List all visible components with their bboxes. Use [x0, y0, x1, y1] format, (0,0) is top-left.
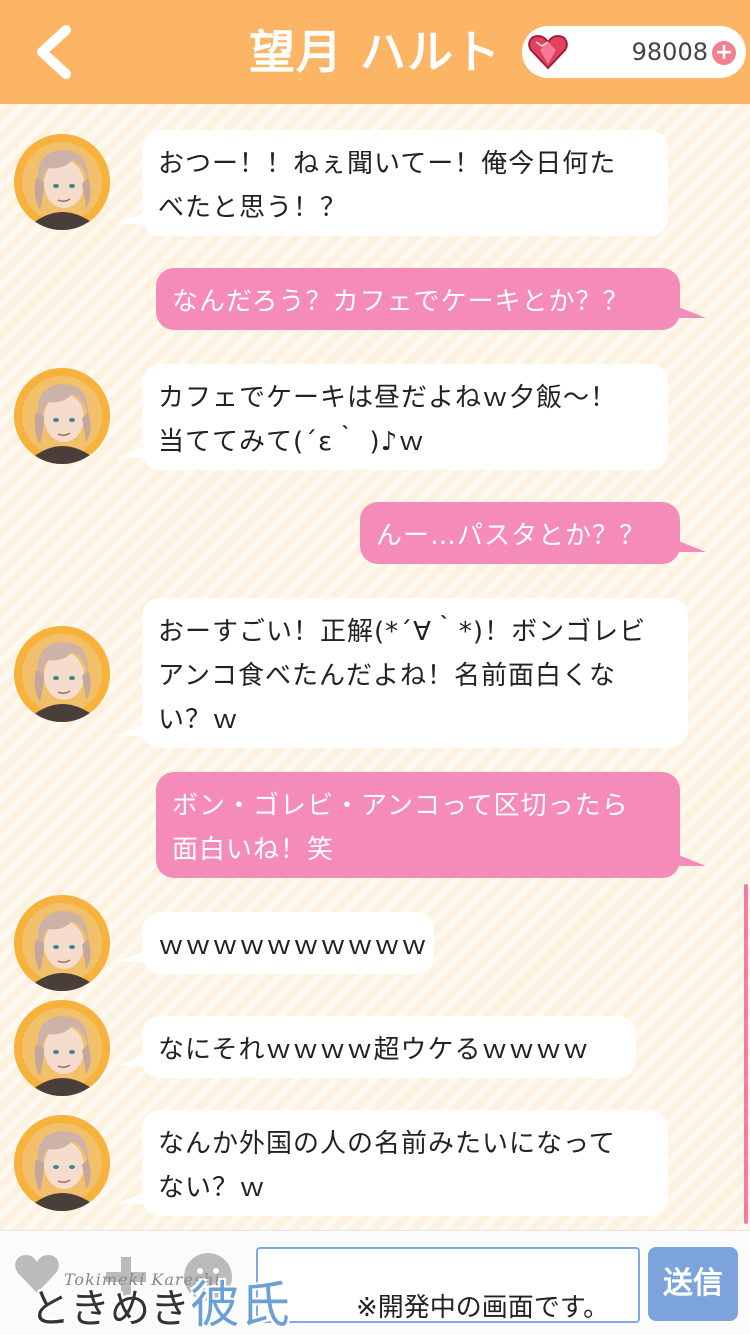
bubble-tail	[116, 212, 146, 224]
header-bar: 望月 ハルト 98008 +	[0, 0, 750, 104]
message-line: い？ｗ	[158, 705, 240, 735]
app-logo: ときめき彼氏	[30, 1280, 290, 1334]
partner-avatar[interactable]	[14, 1115, 110, 1211]
scrollbar[interactable]	[744, 884, 748, 1224]
message-line: 面白いね！笑	[172, 835, 335, 865]
message-line: カフェでケーキは昼だよねｗ夕飯〜！	[158, 383, 618, 413]
bubble-tail	[676, 854, 706, 866]
bubble-tail	[116, 950, 146, 962]
message-line: なんか外国の人の名前みたいになって	[158, 1129, 616, 1159]
partner-avatar[interactable]	[14, 895, 110, 991]
partner-avatar[interactable]	[14, 368, 110, 464]
bubble-tail	[676, 306, 706, 318]
send-button[interactable]: 送信	[648, 1247, 738, 1321]
bubble-tail	[116, 446, 146, 458]
message-line: べたと思う！？	[158, 193, 348, 223]
message-line: んー…パスタとか？？	[376, 521, 647, 551]
message-line: ボン・ゴレビ・アンコって区切ったら	[172, 791, 629, 821]
partner-message-bubble: おーすごい！正解(*´∀｀*)！ボンゴレビ アンコ食べたんだよね！名前面白くな い？…	[142, 598, 688, 748]
logo-text-b: 彼氏	[190, 1276, 290, 1334]
message-line: なにそれｗｗｗｗ超ウケるｗｗｗｗ	[158, 1035, 590, 1065]
my-message-bubble: ボン・ゴレビ・アンコって区切ったら 面白いね！笑	[156, 772, 680, 878]
partner-message-bubble: カフェでケーキは昼だよねｗ夕飯〜！ 当ててみて(´ε｀ )♪ｗ	[142, 364, 668, 470]
chat-partner-name: 望月 ハルト	[248, 25, 501, 79]
bubble-tail	[116, 1192, 146, 1204]
message-line: なんだろう？カフェでケーキとか？？	[172, 287, 630, 317]
back-button[interactable]	[26, 20, 86, 84]
my-message-bubble: んー…パスタとか？？	[360, 502, 680, 564]
partner-message-bubble: なんか外国の人の名前みたいになって ない？ｗ	[142, 1110, 668, 1216]
message-line: おーすごい！正解(*´∀｀*)！ボンゴレビ	[158, 617, 647, 647]
partner-message-bubble: ｗｗｗｗｗｗｗｗｗｗ	[142, 912, 434, 974]
partner-avatar[interactable]	[14, 134, 110, 230]
development-notice: ※開発中の画面です。	[356, 1293, 610, 1323]
logo-text-a: ときめき	[30, 1286, 190, 1332]
gem-balance[interactable]: 98008 +	[522, 26, 746, 78]
heart-gem-icon	[528, 34, 568, 70]
message-line: アンコ食べたんだよね！名前面白くな	[158, 661, 616, 691]
partner-message-bubble: なにそれｗｗｗｗ超ウケるｗｗｗｗ	[142, 1016, 636, 1078]
partner-message-bubble: おつー！！ねぇ聞いてー！俺今日何た べたと思う！？	[142, 130, 668, 236]
partner-avatar[interactable]	[14, 626, 110, 722]
plus-circle-icon[interactable]: +	[712, 41, 736, 65]
partner-avatar[interactable]	[14, 1000, 110, 1096]
bubble-tail	[116, 724, 146, 736]
message-line: ｗｗｗｗｗｗｗｗｗｗ	[158, 931, 429, 961]
message-line: ない？ｗ	[158, 1173, 267, 1203]
my-message-bubble: なんだろう？カフェでケーキとか？？	[156, 268, 680, 330]
bubble-tail	[676, 540, 706, 552]
message-line: 当ててみて(´ε｀ )♪ｗ	[158, 427, 426, 457]
gem-count: 98008	[631, 38, 708, 66]
chevron-left-icon	[37, 25, 71, 79]
message-line: おつー！！ねぇ聞いてー！俺今日何た	[158, 149, 617, 179]
bubble-tail	[116, 1054, 146, 1066]
